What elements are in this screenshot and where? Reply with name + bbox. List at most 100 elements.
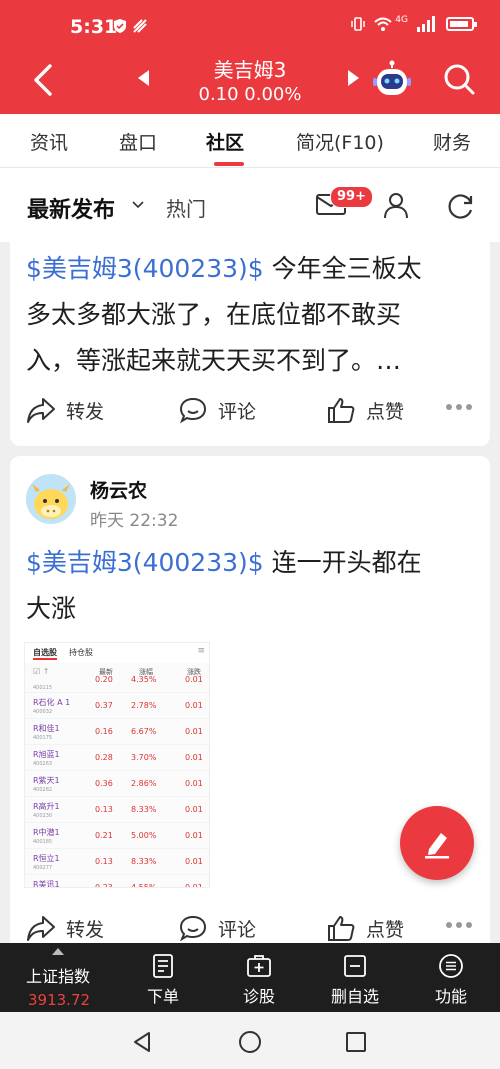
table-cell-price: 0.13 (95, 805, 113, 814)
tab-news[interactable]: 资讯 (30, 128, 68, 155)
remove-watchlist-button[interactable]: 删自选 (315, 953, 395, 1007)
tool-label: 下单 (146, 987, 179, 1006)
table-cell-name: R中潜1 (33, 828, 60, 837)
table-cell-name: R恒立1 (33, 854, 60, 863)
latest-filter[interactable]: 最新发布 (27, 192, 115, 224)
post-actions: 转发 评论 点赞 (10, 390, 490, 430)
image-tab: 自选股 (33, 648, 57, 657)
table-cell-pct: 6.67% (131, 727, 157, 736)
tab-profile-f10[interactable]: 简况(F10) (296, 128, 384, 155)
nav-recents-icon[interactable] (344, 1030, 368, 1054)
post-text-line: 大涨 (26, 594, 77, 623)
stock-quote: 0.10 0.00% (198, 84, 302, 105)
table-cell-pct: 3.70% (131, 753, 157, 762)
table-cell-chg: 0.01 (185, 701, 203, 710)
share-label: 转发 (66, 400, 105, 423)
image-tab: 持仓股 (69, 648, 93, 657)
more-icon[interactable] (446, 404, 472, 410)
compose-post-button[interactable] (400, 806, 474, 880)
status-time: 5:31 (70, 16, 118, 38)
table-cell-code: 400185 (33, 839, 53, 845)
post-text-line: 入，等涨起来就天天买不到了。… (26, 346, 402, 375)
table-cell-pct: 2.78% (131, 701, 157, 710)
comment-button[interactable]: 评论 (178, 396, 256, 424)
medical-kit-icon (247, 955, 271, 977)
robot-assistant-icon[interactable] (372, 60, 412, 100)
table-cell-code: 400032 (33, 709, 53, 715)
next-stock-icon[interactable] (348, 70, 359, 86)
tab-orderbook[interactable]: 盘口 (119, 128, 157, 155)
hot-filter[interactable]: 热门 (166, 193, 206, 222)
table-cell-code: 400230 (33, 813, 53, 819)
table-row: 400115 0.20 4.35% 0.01 (25, 675, 209, 693)
bottom-toolbar: 上证指数 3913.72 下单 诊股 删自选 功能 (0, 943, 500, 1012)
comment-icon (179, 915, 207, 942)
cow-avatar-icon (26, 474, 76, 524)
user-icon[interactable] (382, 191, 410, 219)
shield-icon (114, 19, 126, 33)
like-button[interactable]: 点赞 (326, 396, 404, 424)
like-label: 点赞 (366, 918, 405, 941)
post-card[interactable]: $美吉姆3(400233)$ 今年全三板太 多太多都大涨了，在底位都不敢买 入，… (10, 242, 490, 446)
table-cell-chg: 0.01 (185, 779, 203, 788)
share-button[interactable]: 转发 (26, 914, 104, 942)
tab-community[interactable]: 社区 (206, 128, 244, 155)
table-cell-code: 400282 (33, 787, 53, 793)
community-filter-bar: 最新发布 热门 (0, 168, 500, 242)
battery-icon (446, 17, 477, 31)
post-image[interactable]: 自选股 持仓股 ≡ ☑ ↑ 最新 涨幅 涨跌 400115 0.20 4.35%… (24, 642, 210, 888)
post-body[interactable]: $美吉姆3(400233)$ 连一开头都在 大涨 (26, 540, 476, 632)
stock-tabs: 资讯 盘口 社区 简况(F10) 财务 (0, 114, 500, 168)
table-row: R美讯1 0.23 4.55% 0.01 (25, 875, 209, 888)
avatar[interactable] (26, 474, 76, 524)
post-actions: 转发 评论 点赞 (10, 908, 490, 943)
table-cell-name: R石化 A 1 (33, 698, 71, 707)
chevron-down-icon[interactable] (131, 198, 145, 212)
tool-label: 诊股 (242, 987, 275, 1006)
author-name[interactable]: 杨云农 (90, 476, 147, 503)
share-button[interactable]: 转发 (26, 396, 104, 424)
search-icon[interactable] (442, 62, 476, 96)
document-icon (153, 954, 173, 978)
image-table: 400115 0.20 4.35% 0.01 R石化 A 1 400032 0.37… (25, 675, 209, 888)
post-text-line: 今年全三板太 (263, 254, 422, 283)
post-body[interactable]: $美吉姆3(400233)$ 今年全三板太 多太多都大涨了，在底位都不敢买 入，… (26, 246, 476, 384)
index-value: 3913.72 (28, 991, 91, 1009)
place-order-button[interactable]: 下单 (123, 953, 203, 1007)
table-cell-price: 0.16 (95, 727, 113, 736)
active-tab-indicator (214, 162, 244, 166)
table-cell-pct: 8.33% (131, 857, 157, 866)
share-icon (27, 916, 55, 941)
index-name[interactable]: 上证指数 (26, 963, 90, 987)
share-icon (27, 398, 55, 423)
comment-label: 评论 (218, 918, 257, 941)
table-cell-pct: 5.00% (131, 831, 157, 840)
vibrate-icon (351, 17, 366, 31)
refresh-icon[interactable] (446, 191, 476, 221)
nav-back-icon[interactable] (130, 1030, 154, 1054)
table-row: R石化 A 1 400032 0.37 2.78% 0.01 (25, 693, 209, 719)
table-cell-chg: 0.01 (185, 753, 203, 762)
like-button[interactable]: 点赞 (326, 914, 404, 942)
table-row: R中潜1 400185 0.21 5.00% 0.01 (25, 823, 209, 849)
comment-icon (179, 397, 207, 424)
more-icon[interactable] (446, 922, 472, 928)
status-bar: 5:31 4G (0, 0, 500, 50)
expand-caret-icon[interactable] (52, 948, 64, 955)
stock-tag-link[interactable]: $美吉姆3(400233)$ (26, 254, 264, 283)
tool-label: 删自选 (330, 987, 379, 1006)
nav-home-icon[interactable] (238, 1030, 262, 1054)
stock-tag-link[interactable]: $美吉姆3(400233)$ (26, 548, 264, 577)
diagnose-stock-button[interactable]: 诊股 (219, 953, 299, 1007)
comment-button[interactable]: 评论 (178, 914, 256, 942)
functions-button[interactable]: 功能 (411, 953, 491, 1007)
table-cell-name: R紫天1 (33, 776, 60, 785)
pencil-icon (425, 833, 449, 859)
table-cell-pct: 8.33% (131, 805, 157, 814)
tab-finance[interactable]: 财务 (433, 128, 471, 155)
post-text-line: 多太多都大涨了，在底位都不敢买 (26, 300, 402, 329)
table-cell-name: R美讯1 (33, 880, 60, 888)
post-text-line: 连一开头都在 (263, 548, 422, 577)
send-icon (133, 19, 147, 33)
image-table-header: ☑ ↑ 最新 涨幅 涨跌 (25, 663, 209, 679)
